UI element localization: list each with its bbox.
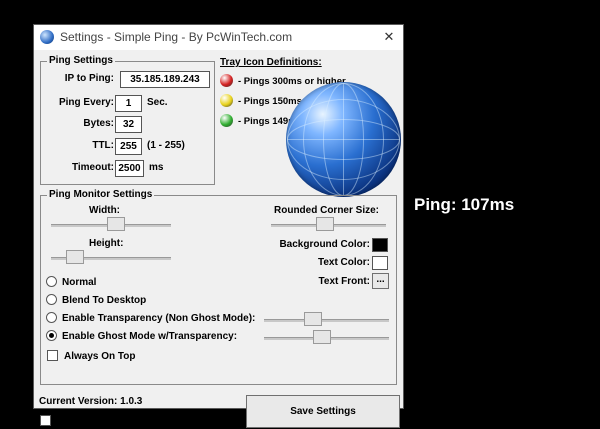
ttl-input[interactable]: 255 — [115, 138, 142, 155]
close-icon[interactable]: ✕ — [375, 25, 403, 49]
text-color-swatch[interactable] — [372, 256, 388, 270]
radio-blend-label: Blend To Desktop — [62, 295, 147, 306]
ttl-hint: (1 - 255) — [147, 140, 185, 151]
timeout-label: Timeout: — [71, 162, 114, 173]
ping-every-input[interactable]: 1 — [115, 95, 142, 112]
startup-label: Start at Windows Startup — [57, 416, 176, 427]
ghost-slider-thumb[interactable] — [313, 330, 331, 344]
ip-label: IP to Ping: — [64, 73, 114, 84]
height-slider-thumb[interactable] — [66, 250, 84, 264]
rounded-slider-thumb[interactable] — [316, 217, 334, 231]
ping-monitor-overlay[interactable]: Ping: 107ms — [414, 195, 514, 215]
startup-checkbox[interactable] — [40, 415, 51, 426]
radio-transparency-label: Enable Transparency (Non Ghost Mode): — [62, 313, 256, 324]
ping-monitor-group: Ping Monitor Settings Width: Rounded Cor… — [40, 189, 397, 385]
radio-ghost-mode[interactable] — [46, 330, 57, 341]
radio-transparency[interactable] — [46, 312, 57, 323]
settings-window: Settings - Simple Ping - By PcWinTech.co… — [33, 24, 404, 428]
tray-definitions-title: Tray Icon Definitions: — [220, 57, 322, 68]
always-on-top-checkbox[interactable] — [47, 350, 58, 361]
globe-app-icon — [40, 30, 54, 44]
settings-content: Ping Settings IP to Ping: 35.185.189.243… — [34, 50, 403, 428]
background-color-label: Background Color: — [279, 239, 370, 250]
ping-settings-group: Ping Settings IP to Ping: 35.185.189.243… — [40, 55, 215, 185]
yellow-ping-icon — [220, 94, 233, 107]
ping-every-label: Ping Every: — [58, 97, 114, 108]
font-picker-button[interactable]: ... — [372, 273, 389, 289]
version-text: Current Version: 1.0.3 — [39, 396, 143, 407]
text-color-label: Text Color: — [317, 257, 370, 268]
radio-normal[interactable] — [46, 276, 57, 287]
title-bar[interactable]: Settings - Simple Ping - By PcWinTech.co… — [34, 25, 403, 50]
radio-normal-label: Normal — [62, 277, 97, 288]
radio-ghost-label: Enable Ghost Mode w/Transparency: — [62, 331, 238, 342]
timeout-unit: ms — [149, 162, 164, 173]
green-ping-icon — [220, 114, 233, 127]
timeout-input[interactable]: 2500 — [115, 160, 144, 177]
height-label: Height: — [89, 238, 124, 249]
red-ping-icon — [220, 74, 233, 87]
save-settings-button[interactable]: Save Settings — [246, 395, 400, 428]
rounded-corner-label: Rounded Corner Size: — [274, 205, 380, 216]
ping-settings-title: Ping Settings — [47, 55, 115, 66]
globe-logo-icon — [286, 82, 401, 197]
transparency-slider-track[interactable] — [264, 319, 389, 322]
bytes-input[interactable]: 32 — [115, 116, 142, 133]
globe-grid-icon — [287, 83, 400, 196]
window-title: Settings - Simple Ping - By PcWinTech.co… — [60, 30, 293, 44]
ping-monitor-title: Ping Monitor Settings — [47, 189, 155, 200]
ping-every-unit: Sec. — [147, 97, 168, 108]
radio-blend-desktop[interactable] — [46, 294, 57, 305]
width-label: Width: — [89, 205, 121, 216]
always-on-top-label: Always On Top — [64, 351, 136, 362]
transparency-slider-thumb[interactable] — [304, 312, 322, 326]
background-color-swatch[interactable] — [372, 238, 388, 252]
text-font-label: Text Front: — [318, 276, 370, 287]
width-slider-thumb[interactable] — [107, 217, 125, 231]
bytes-label: Bytes: — [83, 118, 114, 129]
ip-input[interactable]: 35.185.189.243 — [120, 71, 210, 88]
ttl-label: TTL: — [92, 140, 114, 151]
